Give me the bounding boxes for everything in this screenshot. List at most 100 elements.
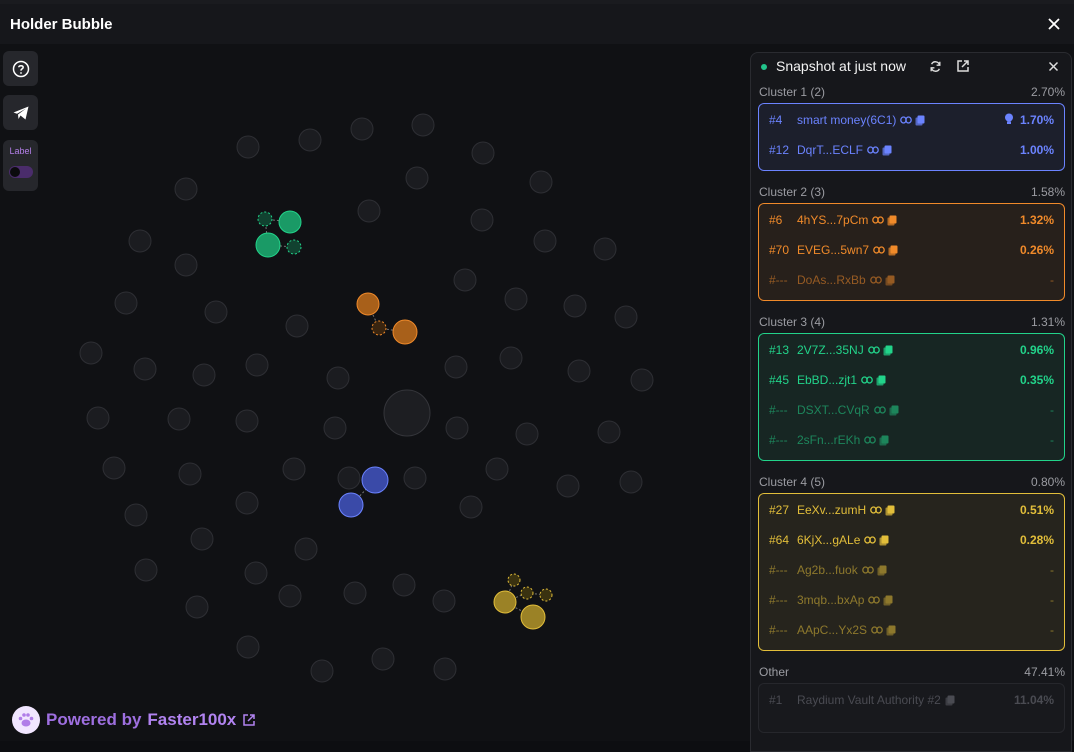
holder-address[interactable]: Raydium Vault Authority #2: [797, 693, 941, 707]
cluster3-bubble[interactable]: [255, 232, 281, 258]
holder-bubble[interactable]: [133, 357, 157, 381]
link-button[interactable]: [871, 625, 883, 635]
holder-address[interactable]: EVEG...5wn7: [797, 243, 869, 257]
holder-address[interactable]: Ag2b...fuok: [797, 563, 858, 577]
holder-bubble[interactable]: [244, 561, 268, 585]
holder-bubble[interactable]: [593, 237, 617, 261]
holder-bubble[interactable]: [278, 584, 302, 608]
holder-bubble[interactable]: [453, 268, 477, 292]
holder-bubble[interactable]: [614, 305, 638, 329]
holder-bubble[interactable]: [533, 229, 557, 253]
holder-bubble[interactable]: [515, 422, 539, 446]
holder-bubble[interactable]: [343, 581, 367, 605]
holder-address[interactable]: 6KjX...gALe: [797, 533, 860, 547]
link-button[interactable]: [864, 535, 877, 545]
cluster3-bubble[interactable]: [278, 210, 302, 234]
holder-bubble[interactable]: [597, 420, 621, 444]
holder-bubble[interactable]: [556, 474, 580, 498]
copy-button[interactable]: [876, 375, 886, 386]
cluster1-bubble[interactable]: [338, 492, 364, 518]
holder-bubble[interactable]: [485, 457, 509, 481]
cluster3-bubble[interactable]: [286, 239, 302, 255]
link-button[interactable]: [867, 145, 879, 155]
refresh-button[interactable]: [927, 58, 943, 74]
holder-bubble[interactable]: [192, 363, 216, 387]
link-button[interactable]: [870, 505, 882, 515]
holder-bubble[interactable]: [174, 177, 198, 201]
holder-bubble[interactable]: [392, 573, 416, 597]
cluster4-bubble[interactable]: [507, 573, 521, 587]
holder-address[interactable]: DoAs...RxBb: [797, 273, 866, 287]
copy-button[interactable]: [885, 275, 895, 286]
link-button[interactable]: [861, 375, 873, 385]
holder-bubble[interactable]: [445, 416, 469, 440]
holder-row[interactable]: #--- 3mqb...bxAp -: [769, 590, 1054, 610]
copy-button[interactable]: [945, 695, 955, 706]
holder-row[interactable]: #--- AApC...Yx2S -: [769, 620, 1054, 640]
label-toggle[interactable]: [9, 166, 33, 178]
holder-bubble[interactable]: [470, 208, 494, 232]
link-button[interactable]: [873, 405, 886, 415]
holder-bubble[interactable]: [190, 527, 214, 551]
link-button[interactable]: [868, 595, 881, 605]
holder-bubble[interactable]: [371, 647, 395, 671]
holder-bubble[interactable]: [403, 466, 427, 490]
holder-row[interactable]: #--- DoAs...RxBb -: [769, 270, 1054, 290]
holder-row[interactable]: #70 EVEG...5wn7 0.26%: [769, 240, 1054, 260]
holder-bubble[interactable]: [102, 456, 126, 480]
holder-bubble[interactable]: [285, 314, 309, 338]
cluster4-bubble[interactable]: [539, 588, 553, 602]
holder-bubble[interactable]: [134, 558, 158, 582]
copy-button[interactable]: [879, 535, 889, 546]
copy-button[interactable]: [915, 115, 925, 126]
holder-bubble[interactable]: [236, 135, 260, 159]
holder-row[interactable]: #12 DqrT...ECLF 1.00%: [769, 140, 1054, 160]
open-external-button[interactable]: [955, 58, 971, 74]
holder-address[interactable]: DqrT...ECLF: [797, 143, 863, 157]
holder-bubble[interactable]: [86, 406, 110, 430]
holder-row[interactable]: #6 4hYS...7pCm 1.32%: [769, 210, 1054, 230]
holder-row[interactable]: #--- DSXT...CVqR -: [769, 400, 1054, 420]
holder-bubble[interactable]: [326, 366, 350, 390]
holder-bubble[interactable]: [432, 589, 456, 613]
holder-row[interactable]: #27 EeXv...zumH 0.51%: [769, 500, 1054, 520]
holder-bubble[interactable]: [563, 294, 587, 318]
holder-address[interactable]: AApC...Yx2S: [797, 623, 867, 637]
holder-bubble[interactable]: [124, 503, 148, 527]
holder-bubble[interactable]: [310, 659, 334, 683]
holder-row[interactable]: #13 2V7Z...35NJ 0.96%: [769, 340, 1054, 360]
holder-row[interactable]: #45 EbBD...zjt1 0.35%: [769, 370, 1054, 390]
holder-row[interactable]: #64 6KjX...gALe 0.28%: [769, 530, 1054, 550]
holder-bubble[interactable]: [499, 346, 523, 370]
holder-bubble[interactable]: [204, 300, 228, 324]
close-window-button[interactable]: [1042, 12, 1066, 36]
holder-row[interactable]: #--- 2sFn...rEKh -: [769, 430, 1054, 450]
link-button[interactable]: [869, 275, 882, 285]
copy-button[interactable]: [883, 595, 893, 606]
holder-bubble[interactable]: [350, 117, 374, 141]
cluster1-bubble[interactable]: [361, 466, 389, 494]
holder-row[interactable]: #1 Raydium Vault Authority #2 11.04%: [769, 690, 1054, 710]
holder-bubble[interactable]: [236, 635, 260, 659]
holder-address[interactable]: EeXv...zumH: [797, 503, 866, 517]
holder-address[interactable]: smart money(6C1): [797, 113, 896, 127]
link-button[interactable]: [872, 215, 885, 225]
holder-bubble[interactable]: [174, 253, 198, 277]
holder-bubble[interactable]: [178, 462, 202, 486]
holder-bubble[interactable]: [433, 657, 457, 681]
holder-bubble[interactable]: [619, 470, 643, 494]
holder-bubble[interactable]: [444, 355, 468, 379]
holder-bubble[interactable]: [114, 291, 138, 315]
copy-button[interactable]: [885, 505, 895, 516]
holder-address[interactable]: DSXT...CVqR: [797, 403, 870, 417]
holder-bubble[interactable]: [405, 166, 429, 190]
holder-bubble-large[interactable]: [383, 389, 431, 437]
holder-bubble[interactable]: [298, 128, 322, 152]
cluster2-bubble[interactable]: [392, 319, 418, 345]
holder-bubble[interactable]: [411, 113, 435, 137]
holder-row[interactable]: #4 smart money(6C1) 1.70%: [769, 110, 1054, 130]
holder-address[interactable]: 3mqb...bxAp: [797, 593, 864, 607]
holder-bubble[interactable]: [567, 359, 591, 383]
holder-bubble[interactable]: [245, 353, 269, 377]
holder-address[interactable]: EbBD...zjt1: [797, 373, 857, 387]
